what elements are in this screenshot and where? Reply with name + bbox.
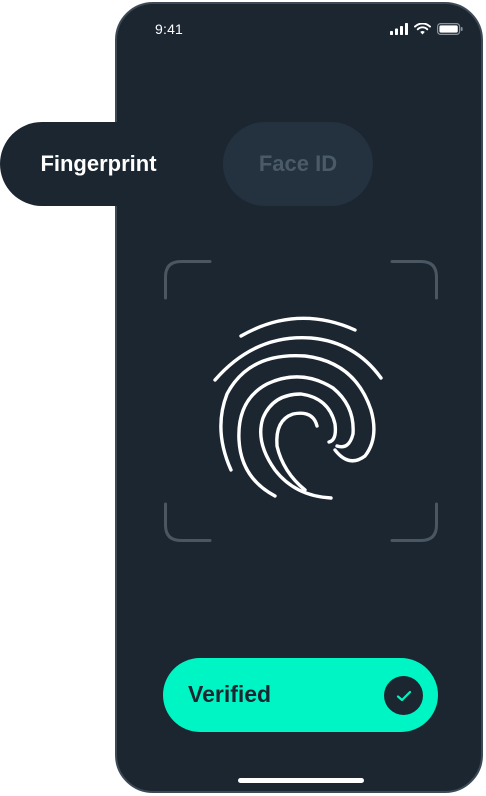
status-time: 9:41 xyxy=(155,21,184,37)
tab-face-id-label: Face ID xyxy=(258,151,338,176)
scan-frame-corner-bottom-right xyxy=(390,502,438,542)
verified-pill: Verified xyxy=(163,658,438,732)
stage: 9:41 Verified Fingerprint Face ID xyxy=(0,0,486,796)
checkmark-icon xyxy=(384,676,423,715)
scan-frame-corner-bottom-left xyxy=(164,502,212,542)
scan-frame-corner-top-left xyxy=(164,260,212,300)
phone-screen: 9:41 Verified xyxy=(115,2,483,793)
tab-face-id[interactable]: Face ID xyxy=(223,122,373,206)
signal-icon xyxy=(390,23,408,35)
fingerprint-icon xyxy=(205,310,401,506)
home-indicator[interactable] xyxy=(238,778,364,783)
tab-fingerprint-label: Fingerprint xyxy=(40,151,157,176)
scan-frame-corner-top-right xyxy=(390,260,438,300)
wifi-icon xyxy=(414,23,431,35)
status-icons xyxy=(390,23,463,35)
status-bar: 9:41 xyxy=(117,4,481,56)
verified-label: Verified xyxy=(188,681,272,707)
tab-fingerprint[interactable]: Fingerprint xyxy=(0,122,197,206)
battery-icon xyxy=(437,23,463,35)
